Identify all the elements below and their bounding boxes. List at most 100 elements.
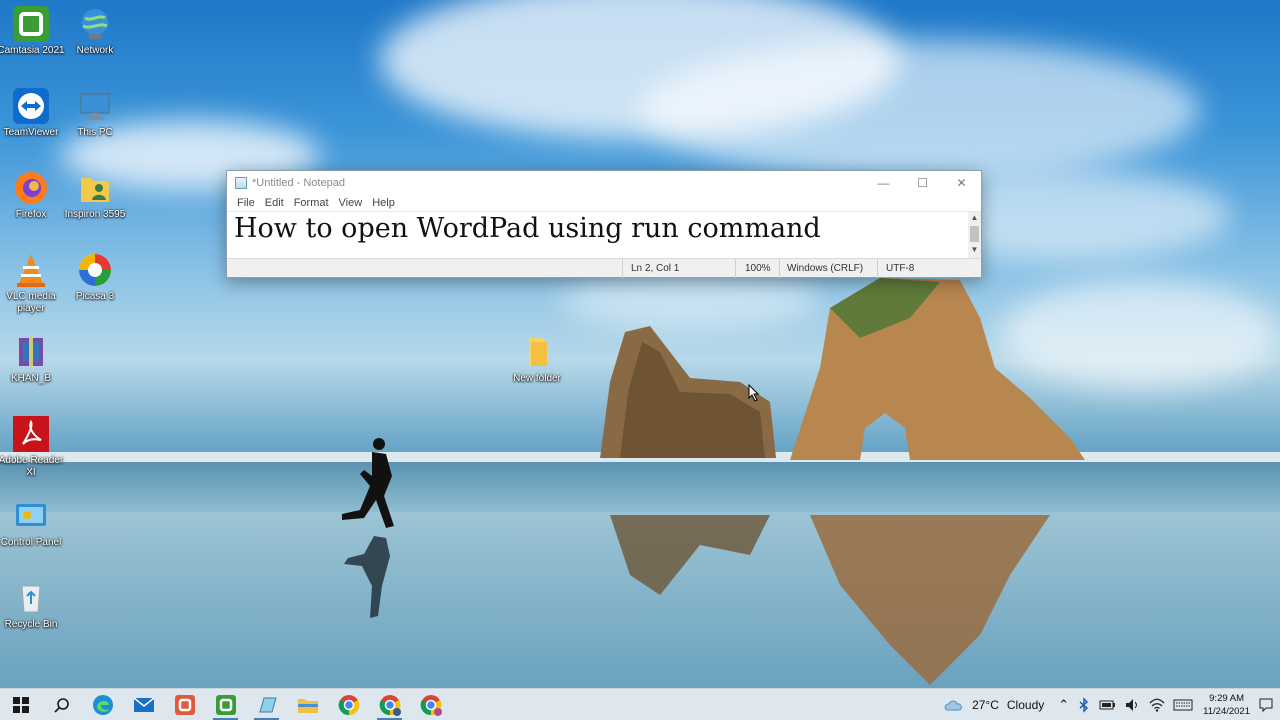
- desktop-icon-firefox[interactable]: Firefox: [0, 170, 66, 221]
- desktop-icon-inspiron[interactable]: Inspiron 3595: [60, 170, 130, 221]
- network-icon: [77, 6, 113, 42]
- desktop-icon-label: Picasa 3: [75, 291, 115, 302]
- desktop-icon-label: Adobe Reader XI: [0, 455, 64, 478]
- status-line-ending: Windows (CRLF): [787, 263, 864, 274]
- desktop-icon-label: Recycle Bin: [4, 619, 58, 630]
- taskbar-chrome[interactable]: [328, 689, 369, 720]
- status-divider: [622, 259, 623, 278]
- menu-format[interactable]: Format: [289, 195, 334, 211]
- chrome-icon: [338, 694, 359, 715]
- status-zoom: 100%: [745, 263, 771, 274]
- status-divider: [735, 259, 736, 278]
- start-button[interactable]: [0, 689, 41, 720]
- desktop-icon-control-panel[interactable]: Control Panel: [0, 498, 66, 549]
- battery-icon[interactable]: [1099, 699, 1117, 711]
- mail-icon: [133, 696, 154, 712]
- adobe-reader-icon: [13, 416, 49, 452]
- mouse-cursor: [748, 384, 760, 402]
- desktop-icon-network[interactable]: Network: [60, 6, 130, 57]
- desktop-icon-label: Control Panel: [0, 537, 62, 548]
- desktop-icon-label: Firefox: [15, 209, 47, 220]
- desktop-icon-vlc[interactable]: VLC media player: [0, 252, 66, 315]
- scroll-up-icon[interactable]: ▲: [968, 212, 981, 224]
- search-button[interactable]: [41, 689, 82, 720]
- scroll-thumb[interactable]: [970, 226, 979, 242]
- text-editor[interactable]: How to open WordPad using run command ▲ …: [227, 211, 981, 258]
- desktop-icon-this-pc[interactable]: This PC: [60, 88, 130, 139]
- desktop-icon-khan-b[interactable]: KHAN_B: [0, 334, 66, 385]
- weather-temp[interactable]: 27°C: [968, 698, 1003, 712]
- notification-icon[interactable]: [1258, 697, 1274, 713]
- menu-view[interactable]: View: [334, 195, 368, 211]
- window-title: *Untitled - Notepad: [252, 177, 345, 189]
- status-bar: Ln 2, Col 1 100% Windows (CRLF) UTF-8: [227, 258, 981, 278]
- folder-icon: [519, 334, 555, 370]
- desktop-icon-new-folder[interactable]: New folder: [502, 334, 572, 385]
- status-divider: [779, 259, 780, 278]
- scroll-down-icon[interactable]: ▼: [968, 244, 981, 256]
- search-icon: [53, 697, 69, 713]
- user-folder-icon: [77, 170, 113, 206]
- chevron-up-icon[interactable]: ⌃: [1054, 697, 1073, 713]
- desktop-icon-label: New folder: [513, 373, 561, 384]
- recycle-bin-icon: [13, 580, 49, 616]
- rock-left-reflection: [610, 515, 770, 595]
- menu-edit[interactable]: Edit: [260, 195, 289, 211]
- clock[interactable]: 9:29 AM 11/24/2021: [1197, 692, 1258, 718]
- desktop-icon-recycle-bin[interactable]: Recycle Bin: [0, 580, 66, 631]
- file-explorer-icon: [297, 698, 318, 713]
- vertical-scrollbar[interactable]: ▲ ▼: [968, 212, 981, 258]
- desktop-icon-label: VLC media player: [6, 291, 56, 314]
- taskbar-mail[interactable]: [123, 689, 164, 720]
- desktop-icon-label: Camtasia 2021: [0, 45, 65, 56]
- vlc-icon: [13, 252, 49, 288]
- wallpaper: [0, 0, 1280, 720]
- desktop-icon-label: Inspiron 3595: [64, 209, 126, 220]
- clock-time: 9:29 AM: [1209, 692, 1244, 704]
- menu-help[interactable]: Help: [367, 195, 400, 211]
- clock-date: 11/24/2021: [1203, 705, 1250, 717]
- taskbar-chrome-profile[interactable]: [369, 689, 410, 720]
- taskbar: 27°C Cloudy ⌃ 9:29 AM 11/24/2021: [0, 688, 1280, 720]
- bluetooth-icon[interactable]: [1077, 696, 1091, 713]
- status-encoding: UTF-8: [886, 263, 915, 274]
- desktop-icon-label: This PC: [77, 127, 113, 138]
- taskbar-camtasia-recorder[interactable]: [164, 689, 205, 720]
- speaker-icon[interactable]: [1125, 698, 1141, 712]
- runner-silhouette: [342, 438, 394, 618]
- maximize-button[interactable]: ☐: [903, 171, 942, 195]
- teamviewer-icon: [13, 88, 49, 124]
- desktop-icon-camtasia[interactable]: Camtasia 2021: [0, 6, 66, 57]
- menu-bar: File Edit Format View Help: [227, 195, 981, 211]
- close-button[interactable]: ✕: [942, 171, 981, 195]
- notepad-titlebar[interactable]: *Untitled - Notepad — ☐ ✕: [227, 171, 981, 195]
- taskbar-camtasia[interactable]: [205, 689, 246, 720]
- cloudy-weather-icon: [944, 700, 963, 710]
- desktop-icon-label: Network: [76, 45, 114, 56]
- chrome-profile-2-icon: [420, 694, 442, 716]
- notepad-icon: [258, 697, 277, 712]
- wifi-icon[interactable]: [1149, 698, 1165, 712]
- picasa-icon: [77, 252, 113, 288]
- chrome-profile-icon: [379, 694, 401, 716]
- desktop-icon-label: KHAN_B: [10, 373, 51, 384]
- taskbar-chrome-profile-2[interactable]: [410, 689, 451, 720]
- notepad-window[interactable]: *Untitled - Notepad — ☐ ✕ File Edit Form…: [226, 170, 982, 278]
- status-divider: [877, 259, 878, 278]
- taskbar-edge[interactable]: [82, 689, 123, 720]
- system-tray: 27°C Cloudy ⌃ 9:29 AM 11/24/2021: [944, 689, 1280, 720]
- keyboard-icon[interactable]: [1173, 699, 1193, 711]
- camtasia-icon: [215, 694, 236, 715]
- menu-file[interactable]: File: [232, 195, 260, 211]
- desktop-icon-adobe-reader[interactable]: Adobe Reader XI: [0, 416, 66, 479]
- taskbar-file-explorer[interactable]: [287, 689, 328, 720]
- editor-content[interactable]: How to open WordPad using run command: [234, 213, 821, 244]
- notepad-icon: [235, 177, 247, 189]
- desktop-icon-picasa[interactable]: Picasa 3: [60, 252, 130, 303]
- taskbar-notepad[interactable]: [246, 689, 287, 720]
- weather-condition[interactable]: Cloudy: [1003, 698, 1048, 712]
- firefox-icon: [13, 170, 49, 206]
- camtasia-icon: [13, 6, 49, 42]
- desktop-icon-teamviewer[interactable]: TeamViewer: [0, 88, 66, 139]
- minimize-button[interactable]: —: [864, 171, 903, 195]
